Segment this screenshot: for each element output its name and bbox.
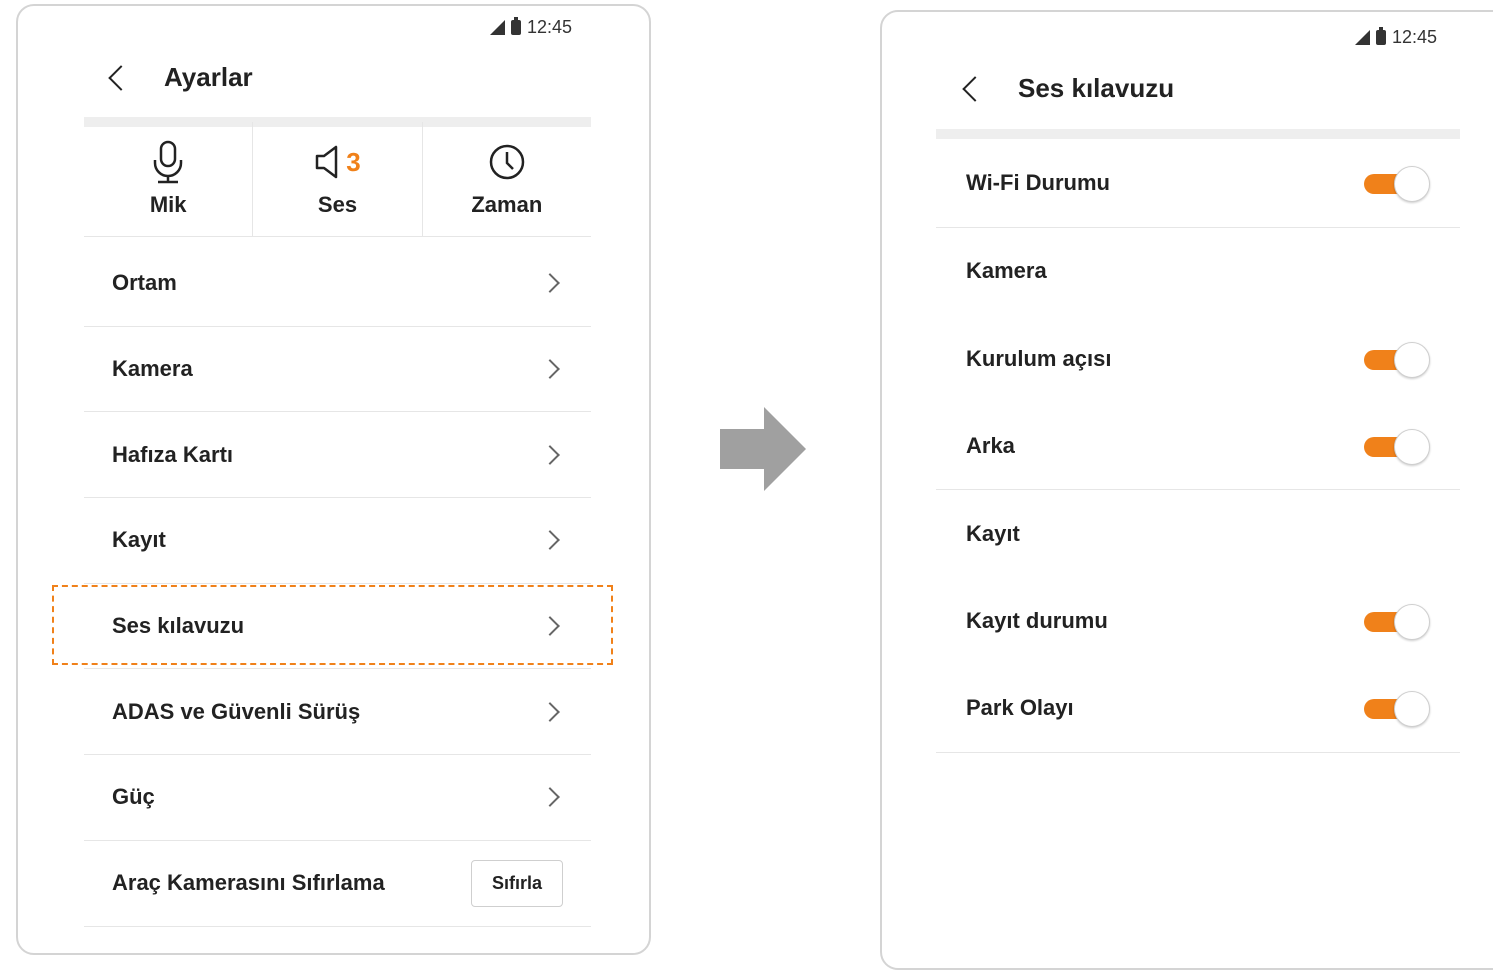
tab-label: Mik xyxy=(149,192,187,217)
speaker-icon xyxy=(316,145,338,179)
settings-header: Ayarlar xyxy=(104,62,253,93)
park-olayi-toggle[interactable] xyxy=(1364,691,1430,728)
chevron-right-icon xyxy=(540,444,560,465)
battery-icon xyxy=(511,17,521,35)
status-time: 12:45 xyxy=(1392,27,1438,47)
microphone-icon xyxy=(153,140,183,184)
page-title: Ayarlar xyxy=(164,62,253,92)
status-time: 12:45 xyxy=(527,17,573,37)
kurulum-acisi-toggle[interactable] xyxy=(1364,341,1430,378)
tab-zaman[interactable]: Zaman xyxy=(423,122,591,236)
kayit-durumu-toggle[interactable] xyxy=(1364,604,1430,641)
arka-toggle[interactable] xyxy=(1364,428,1430,465)
chevron-right-icon xyxy=(540,273,560,294)
menu-item-reset: Araç Kamerasını Sıfırlama Sıfırla xyxy=(84,841,591,927)
section-kamera: Kamera xyxy=(966,258,1047,284)
tab-label: Ses xyxy=(317,192,358,217)
tab-label: Zaman xyxy=(471,192,543,217)
section-kayit: Kayıt xyxy=(966,520,1020,546)
back-arrow-icon[interactable] xyxy=(108,64,134,91)
menu-item-ortam[interactable]: Ortam xyxy=(84,241,591,327)
menu-item-adas[interactable]: ADAS ve Güvenli Sürüş xyxy=(84,669,591,756)
row-arka: Arka xyxy=(936,403,1460,490)
row-wifi-durumu: Wi-Fi Durumu xyxy=(936,140,1460,228)
status-bar-left: 12:45 xyxy=(490,17,572,38)
clock-icon xyxy=(489,144,525,180)
chevron-right-icon xyxy=(540,787,560,808)
voice-guide-list: Wi-Fi Durumu Kamera Kurulum açısı Arka K… xyxy=(936,140,1460,753)
tab-mik[interactable]: Mik xyxy=(84,122,254,236)
status-bar-right: 12:45 xyxy=(1355,27,1437,48)
settings-menu: Ortam Kamera Hafıza Kartı Kayıt Ses kıla… xyxy=(84,241,591,927)
voice-guide-header: Ses kılavuzu xyxy=(958,73,1174,104)
menu-item-hafiza-karti[interactable]: Hafıza Kartı xyxy=(84,412,591,499)
arrow-right-icon xyxy=(720,407,806,491)
reset-button[interactable]: Sıfırla xyxy=(470,859,563,907)
battery-icon xyxy=(1376,27,1386,45)
row-kayit-durumu: Kayıt durumu xyxy=(936,578,1460,666)
wifi-durumu-toggle[interactable] xyxy=(1364,166,1430,203)
signal-icon xyxy=(490,20,505,35)
volume-level-badge: 3 xyxy=(346,146,361,177)
menu-item-kayit[interactable]: Kayıt xyxy=(84,498,591,584)
menu-item-guc[interactable]: Güç xyxy=(84,755,591,841)
chevron-right-icon xyxy=(540,701,560,722)
chevron-right-icon xyxy=(540,359,560,379)
back-arrow-icon[interactable] xyxy=(962,75,988,102)
quick-settings-tabs: Mik 3 Ses Zaman xyxy=(84,122,591,237)
menu-item-kamera[interactable]: Kamera xyxy=(84,327,591,413)
row-park-olayi: Park Olayı xyxy=(936,665,1460,753)
header-divider xyxy=(936,129,1460,139)
tab-ses[interactable]: 3 Ses xyxy=(253,122,423,236)
page-title: Ses kılavuzu xyxy=(1018,73,1175,103)
row-kurulum-acisi: Kurulum açısı xyxy=(936,315,1460,403)
chevron-right-icon xyxy=(540,530,560,551)
signal-icon xyxy=(1355,30,1370,45)
highlight-frame xyxy=(52,585,613,665)
